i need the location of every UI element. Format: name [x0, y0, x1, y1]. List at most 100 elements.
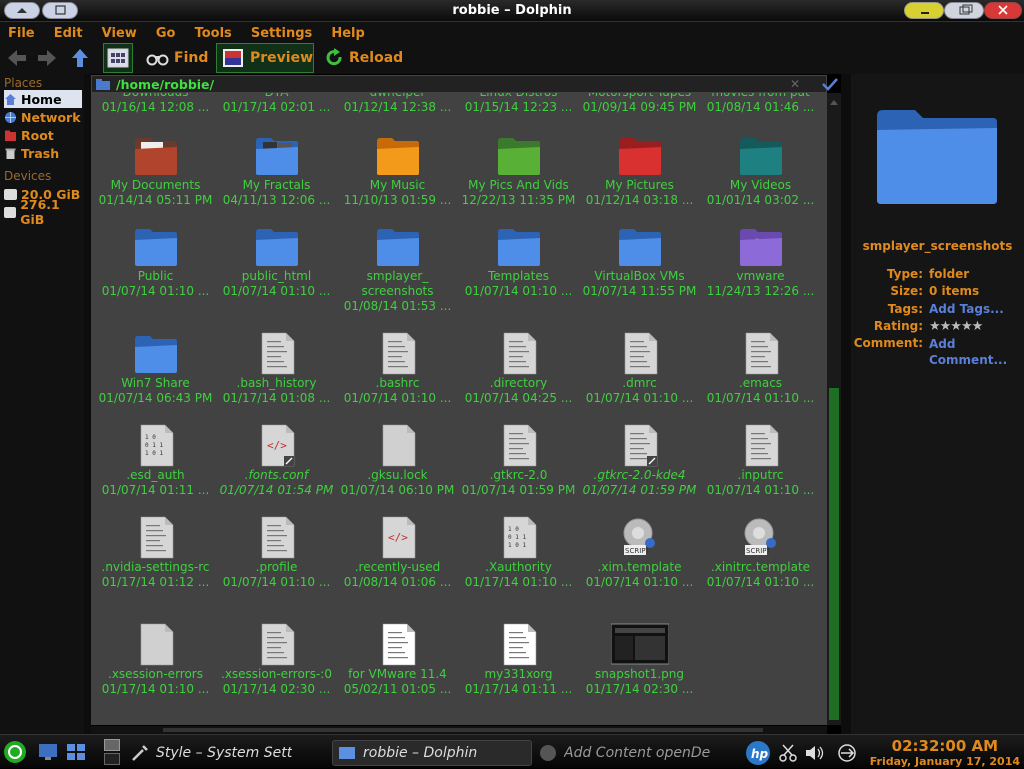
- file-name: .nvidia-settings-rc: [101, 560, 210, 574]
- hscroll-thumb[interactable]: [163, 728, 763, 732]
- file-item[interactable]: .gksu.lock 01/07/14 06:10 PM: [337, 423, 458, 498]
- find-button[interactable]: Find: [146, 43, 208, 73]
- horizontal-scrollbar[interactable]: [91, 726, 827, 734]
- folder-item[interactable]: smplayer_ screenshots 01/08/14 01:53 ...: [337, 224, 458, 314]
- show-desktop-button[interactable]: [38, 743, 58, 765]
- file-item[interactable]: snapshot1.png 01/17/14 02:30 ...: [579, 622, 700, 697]
- menu-settings[interactable]: Settings: [251, 24, 312, 41]
- menu-tools[interactable]: Tools: [195, 24, 232, 41]
- folder-item[interactable]: VirtualBox VMs 01/07/14 11:55 PM: [579, 224, 700, 299]
- file-item[interactable]: .emacs 01/07/14 01:10 ...: [700, 331, 821, 406]
- folder-item[interactable]: My Music 11/10/13 01:59 ...: [337, 133, 458, 208]
- file-item[interactable]: .xsession-errors 01/17/14 01:10 ...: [95, 622, 216, 697]
- folder-item[interactable]: Linux Distros01/15/14 12:23 ...: [458, 93, 579, 115]
- file-view[interactable]: Downloads01/16/14 12:08 ...DTA01/17/14 0…: [91, 93, 827, 725]
- scissors-icon[interactable]: [778, 743, 798, 767]
- places-item-network[interactable]: Network: [4, 108, 84, 126]
- device-item[interactable]: 276.1 GiB: [4, 197, 84, 227]
- add-tags-link[interactable]: Add Tags...: [929, 302, 1004, 316]
- reload-button[interactable]: Reload: [324, 43, 403, 73]
- preview-icon: [223, 49, 243, 67]
- file-icon: [374, 622, 422, 666]
- menu-file[interactable]: File: [8, 24, 35, 41]
- file-item[interactable]: SCRIPT .xim.template 01/07/14 01:10 ...: [579, 515, 700, 590]
- up-button[interactable]: [70, 43, 90, 73]
- task-system-settings[interactable]: Style – System Sett: [130, 740, 328, 766]
- folder-item[interactable]: public_html 01/07/14 01:10 ...: [216, 224, 337, 299]
- task-browser[interactable]: Add Content openDe: [538, 740, 738, 766]
- file-item[interactable]: .gtkrc-2.0 01/07/14 01:59 PM: [458, 423, 579, 498]
- file-manager-launcher[interactable]: [66, 743, 86, 765]
- scroll-up-icon[interactable]: [827, 98, 841, 108]
- file-item[interactable]: 1 00 1 11 0 1 .Xauthority 01/17/14 01:10 .…: [458, 515, 579, 590]
- folder-item[interactable]: Motorsport Tapes01/09/14 09:45 PM: [579, 93, 700, 115]
- maximize-button[interactable]: [944, 2, 984, 19]
- folder-item[interactable]: My Videos 01/01/14 03:02 ...: [700, 133, 821, 208]
- places-item-trash[interactable]: Trash: [4, 144, 84, 162]
- location-bar[interactable]: /home/robbie/ ✕: [91, 75, 827, 93]
- volume-icon[interactable]: [804, 743, 826, 767]
- scrollbar-thumb[interactable]: [829, 388, 839, 720]
- close-button[interactable]: [984, 2, 1022, 19]
- file-item[interactable]: .gtkrc-2.0-kde4 01/07/14 01:59 PM: [579, 423, 700, 498]
- hp-icon[interactable]: hp: [746, 741, 770, 765]
- clear-location-icon[interactable]: ✕: [790, 77, 800, 91]
- add-comment-link[interactable]: Add Comment...: [929, 336, 1009, 368]
- task-dolphin[interactable]: robbie – Dolphin: [332, 740, 532, 766]
- file-item[interactable]: .bashrc 01/07/14 01:10 ...: [337, 331, 458, 406]
- folder-icon: [96, 79, 110, 90]
- left-splitter[interactable]: [84, 74, 91, 734]
- folder-item[interactable]: vmware 11/24/13 12:26 ...: [700, 224, 821, 299]
- app-launcher-button[interactable]: [4, 741, 26, 763]
- folder-item[interactable]: My Pictures 01/12/14 03:18 ...: [579, 133, 700, 208]
- folder-item[interactable]: Win7 Share 01/07/14 06:43 PM: [95, 331, 216, 406]
- folder-item[interactable]: dwhelper01/12/14 12:38 ...: [337, 93, 458, 115]
- file-item[interactable]: </> .recently-used 01/08/14 01:06 ...: [337, 515, 458, 590]
- file-date: 01/07/14 06:10 PM: [340, 483, 455, 497]
- folder-item[interactable]: movies from pat01/08/14 01:46 ...: [700, 93, 821, 115]
- menu-go[interactable]: Go: [156, 24, 176, 41]
- clock[interactable]: 02:32:00 AM Friday, January 17, 2014: [870, 737, 1020, 768]
- file-item[interactable]: SCRIPT .xinitrc.template 01/07/14 01:10 ..…: [700, 515, 821, 590]
- menu-edit[interactable]: Edit: [54, 24, 83, 41]
- minimize-button[interactable]: [904, 2, 944, 19]
- folder-item[interactable]: My Fractals 04/11/13 12:06 ...: [216, 133, 337, 208]
- location-confirm-button[interactable]: [820, 75, 840, 93]
- file-item[interactable]: </> .fonts.conf 01/07/14 01:54 PM: [216, 423, 337, 498]
- file-icon: SCRIPT: [737, 515, 785, 559]
- places-item-home[interactable]: Home: [4, 90, 82, 108]
- window-titlebar[interactable]: robbie – Dolphin: [0, 0, 1024, 22]
- vertical-scrollbar[interactable]: [827, 93, 841, 725]
- view-mode-button[interactable]: [103, 43, 133, 73]
- folder-item[interactable]: Templates 01/07/14 01:10 ...: [458, 224, 579, 299]
- file-item[interactable]: .inputrc 01/07/14 01:10 ...: [700, 423, 821, 498]
- folder-icon: [374, 133, 422, 177]
- preview-button[interactable]: Preview: [216, 43, 314, 73]
- menu-view[interactable]: View: [102, 24, 137, 41]
- file-item[interactable]: .dmrc 01/07/14 01:10 ...: [579, 331, 700, 406]
- file-item[interactable]: .profile 01/07/14 01:10 ...: [216, 515, 337, 590]
- file-item[interactable]: .xsession-errors-:0 01/17/14 02:30 ...: [216, 622, 337, 697]
- file-item[interactable]: my331xorg 01/17/14 01:11 ...: [458, 622, 579, 697]
- menu-help[interactable]: Help: [331, 24, 364, 41]
- pager-desktop-2[interactable]: [104, 753, 120, 765]
- rating-stars[interactable]: ★★★★★: [929, 319, 983, 334]
- folder-item[interactable]: My Pics And Vids 12/22/13 11:35 PM: [458, 133, 579, 208]
- folder-item[interactable]: My Documents 01/14/14 05:11 PM: [95, 133, 216, 208]
- pager-desktop-1[interactable]: [104, 739, 120, 751]
- folder-item[interactable]: Public 01/07/14 01:10 ...: [95, 224, 216, 299]
- folder-icon: [616, 133, 664, 177]
- back-button[interactable]: [6, 43, 28, 73]
- file-item[interactable]: .nvidia-settings-rc 01/17/14 01:12 ...: [95, 515, 216, 590]
- network-tray-icon[interactable]: [836, 743, 858, 767]
- places-item-root[interactable]: Root: [4, 126, 84, 144]
- file-item[interactable]: for VMware 11.4 05/02/11 01:05 ...: [337, 622, 458, 697]
- right-splitter[interactable]: [841, 74, 851, 734]
- file-item[interactable]: .bash_history 01/17/14 01:08 ...: [216, 331, 337, 406]
- forward-button[interactable]: [36, 43, 58, 73]
- folder-item[interactable]: DTA01/17/14 02:01 ...: [216, 93, 337, 115]
- file-item[interactable]: 1 00 1 11 0 1 .esd_auth 01/07/14 01:11 ...: [95, 423, 216, 498]
- folder-item[interactable]: Downloads01/16/14 12:08 ...: [95, 93, 216, 115]
- file-item[interactable]: .directory 01/07/14 04:25 ...: [458, 331, 579, 406]
- desktop-icon: [39, 744, 57, 760]
